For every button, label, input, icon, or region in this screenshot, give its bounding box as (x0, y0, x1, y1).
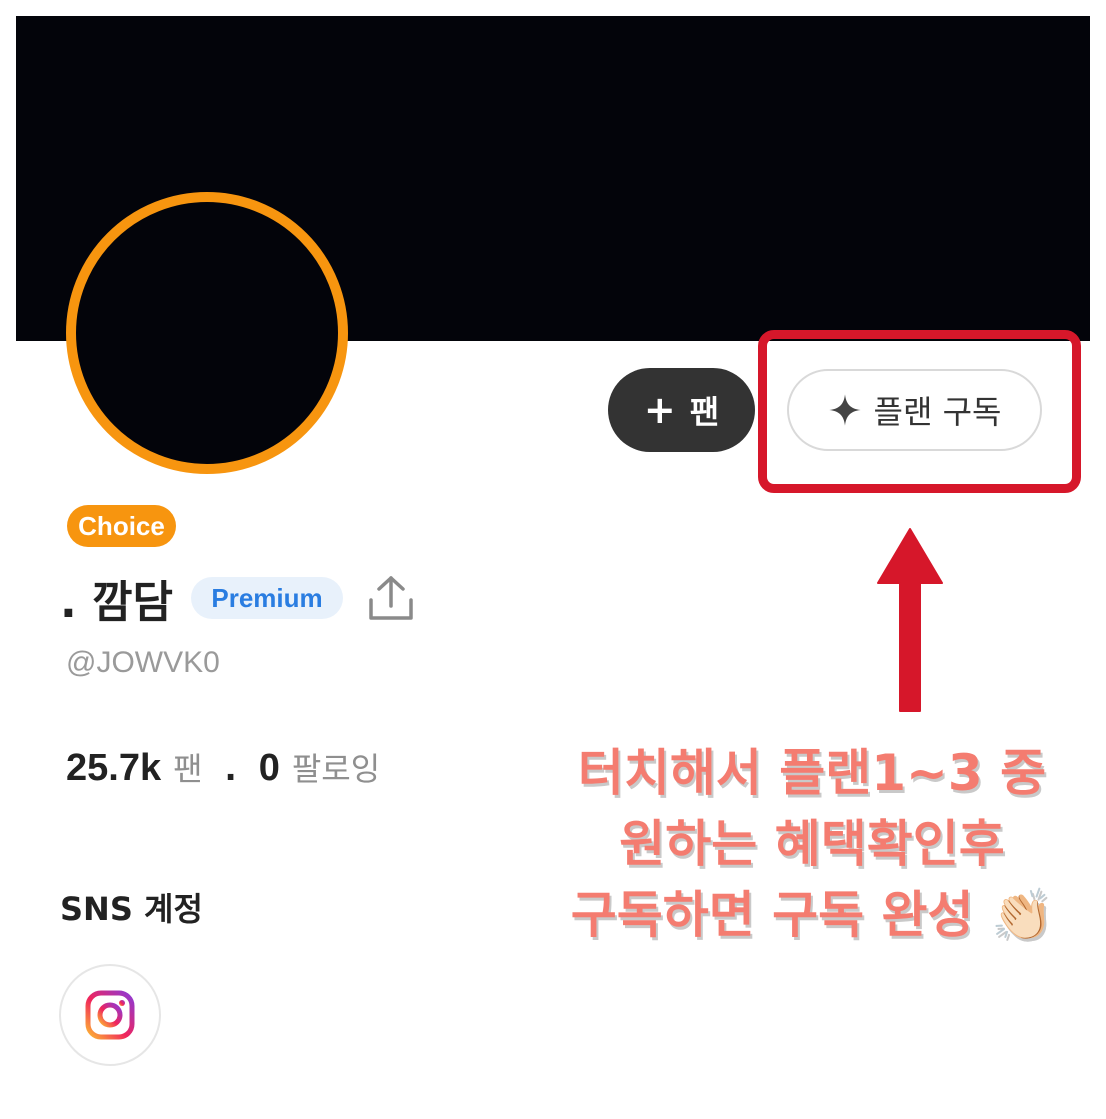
stats-row: 25.7k 팬 . 0 팔로잉 (66, 744, 380, 790)
following-count[interactable]: 0 (259, 747, 280, 790)
display-name: . 깜담 (60, 577, 173, 628)
fan-button-label: 팬 (689, 393, 720, 431)
instagram-icon (85, 990, 135, 1040)
caption-line-1: 터치해서 플랜1~3 중 (577, 744, 1047, 802)
highlight-box (758, 330, 1081, 493)
instruction-caption: 터치해서 플랜1~3 중 원하는 혜택확인후 구독하면 구독 완성 👏🏻 (520, 738, 1104, 951)
clap-emoji-icon: 👏🏻 (990, 886, 1054, 944)
caption-line-3-text: 구독하면 구독 완성 (570, 886, 974, 944)
caption-line-3: 구독하면 구독 완성 👏🏻 (520, 880, 1104, 951)
fans-count[interactable]: 25.7k (66, 747, 161, 790)
choice-badge: Choice (67, 505, 176, 547)
fans-label[interactable]: 팬 (173, 744, 202, 790)
caption-line-2: 원하는 혜택확인후 (619, 815, 1005, 873)
following-label[interactable]: 팔로잉 (292, 744, 380, 790)
fan-button[interactable]: + 팬 (608, 368, 755, 452)
user-handle: @JOWVK0 (66, 646, 220, 679)
name-row: . 깜담 Premium (60, 566, 417, 630)
sns-section-title: SNS 계정 (60, 890, 203, 928)
instagram-link-button[interactable] (59, 964, 161, 1066)
premium-badge: Premium (191, 577, 343, 619)
share-icon[interactable] (365, 572, 417, 624)
stats-separator: . (224, 750, 237, 788)
avatar[interactable] (66, 192, 348, 474)
plus-icon: + (643, 388, 676, 432)
arrow-up-icon (877, 528, 943, 712)
